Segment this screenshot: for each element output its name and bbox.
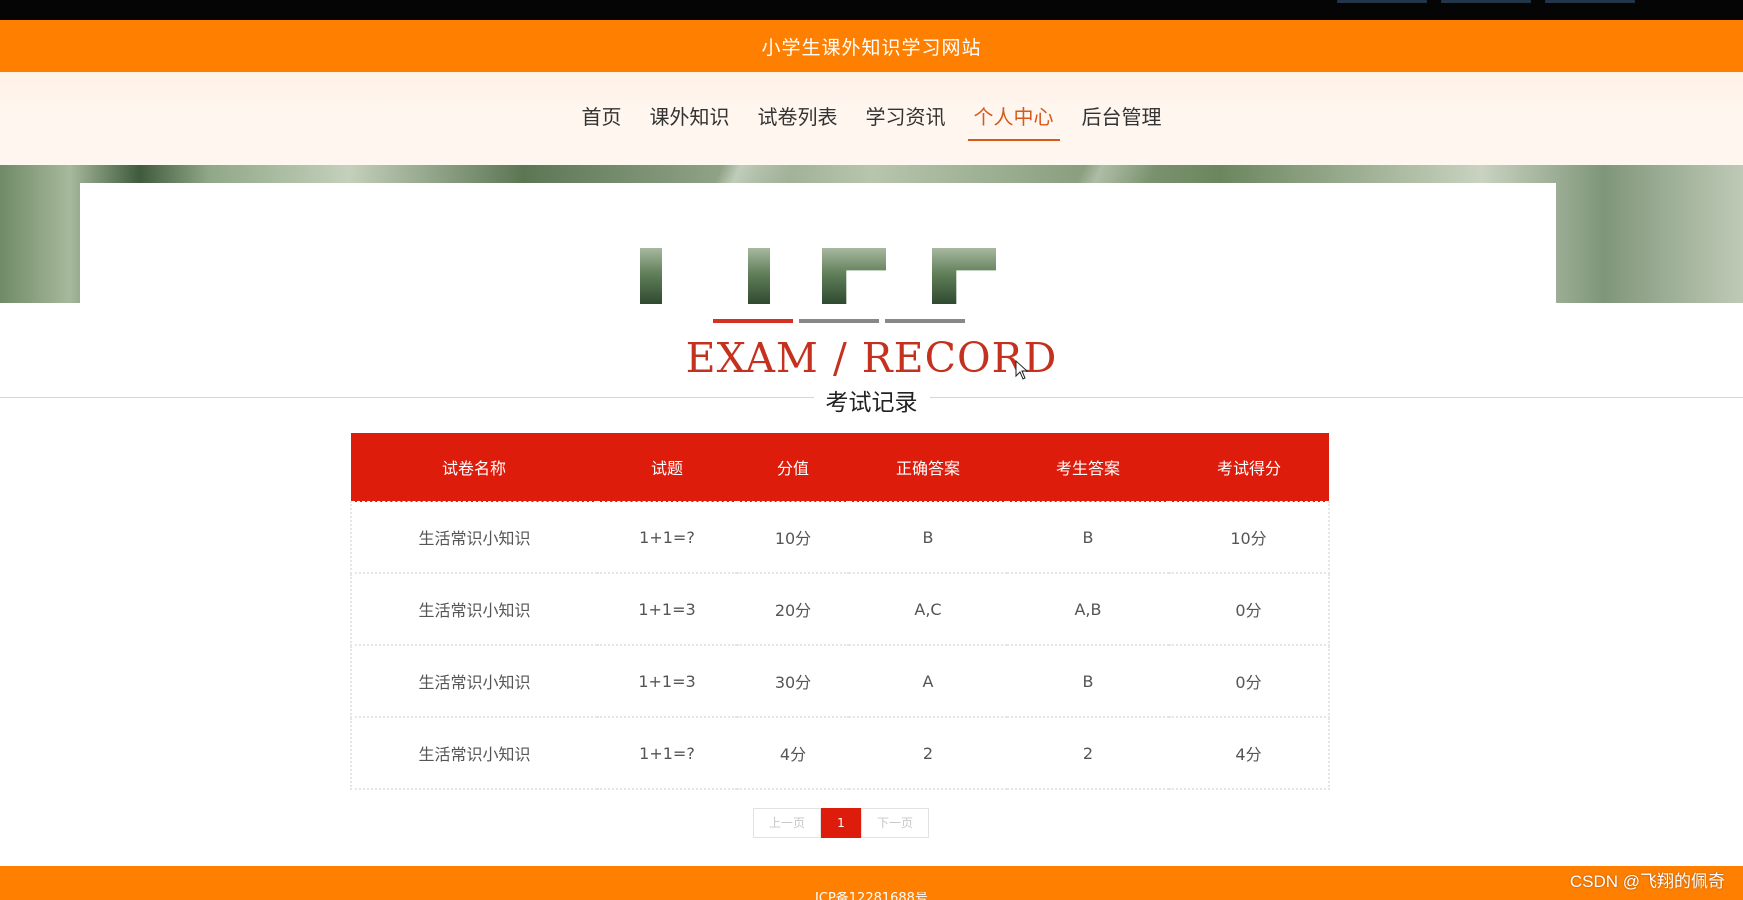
mouse-cursor-icon bbox=[1015, 360, 1029, 380]
cell-correct-answer: 2 bbox=[849, 717, 1007, 790]
carousel-slides bbox=[640, 248, 1000, 306]
cell-paper-name: 生活常识小知识 bbox=[350, 645, 597, 718]
section-title-cn: 考试记录 bbox=[813, 390, 930, 416]
carousel-slide bbox=[640, 248, 662, 304]
cell-correct-answer: A,C bbox=[849, 573, 1007, 646]
prev-page-button[interactable]: 上一页 bbox=[753, 808, 821, 838]
cell-question: 1+1=? bbox=[597, 717, 737, 790]
cell-student-answer: A,B bbox=[1007, 573, 1169, 646]
cell-paper-name: 生活常识小知识 bbox=[350, 573, 597, 646]
carousel-dot[interactable] bbox=[885, 319, 965, 323]
col-header-question: 试题 bbox=[597, 433, 737, 502]
section-title-cn-wrap: 考试记录 bbox=[0, 383, 1743, 417]
carousel-slide bbox=[932, 248, 996, 304]
col-header-paper-name: 试卷名称 bbox=[351, 433, 597, 502]
cell-student-answer: 2 bbox=[1007, 717, 1169, 790]
nav-item-home[interactable]: 首页 bbox=[568, 95, 636, 139]
carousel-dot-active[interactable] bbox=[713, 319, 793, 323]
cell-correct-answer: A bbox=[849, 645, 1007, 718]
cell-correct-answer: B bbox=[849, 501, 1007, 574]
next-page-button[interactable]: 下一页 bbox=[861, 808, 929, 838]
pagination: 上一页 1 下一页 bbox=[753, 808, 929, 838]
section-title-en: EXAM / RECORD bbox=[685, 334, 1058, 382]
cell-score-value: 20分 bbox=[737, 573, 849, 646]
cell-exam-score: 0分 bbox=[1169, 573, 1330, 646]
table-row: 生活常识小知识 1+1=? 10分 B B 10分 bbox=[350, 501, 1330, 574]
cell-paper-name: 生活常识小知识 bbox=[350, 717, 597, 790]
site-header: 小学生课外知识学习网站 bbox=[0, 20, 1743, 72]
nav-item-news[interactable]: 学习资讯 bbox=[852, 95, 960, 139]
exam-record-table: 试卷名称 试题 分值 正确答案 考生答案 考试得分 生活常识小知识 1+1=? … bbox=[350, 433, 1330, 790]
carousel-slide bbox=[748, 248, 770, 304]
table-header-row: 试卷名称 试题 分值 正确答案 考生答案 考试得分 bbox=[351, 433, 1329, 502]
carousel-slide bbox=[822, 248, 886, 304]
cell-question: 1+1=3 bbox=[597, 645, 737, 718]
main-nav: 首页 课外知识 试卷列表 学习资讯 个人中心 后台管理 bbox=[0, 72, 1743, 165]
site-footer: ICP备12281688号 bbox=[0, 866, 1743, 900]
watermark-text: CSDN @飞翔的佩奇 bbox=[1569, 872, 1725, 891]
cell-score-value: 4分 bbox=[737, 717, 849, 790]
cell-exam-score: 0分 bbox=[1169, 645, 1330, 718]
cell-student-answer: B bbox=[1007, 501, 1169, 574]
browser-top-bar bbox=[0, 0, 1743, 20]
table-row: 生活常识小知识 1+1=? 4分 2 2 4分 bbox=[350, 717, 1330, 790]
browser-tab-strip bbox=[1323, 0, 1743, 6]
site-title: 小学生课外知识学习网站 bbox=[761, 36, 982, 59]
cell-question: 1+1=? bbox=[597, 501, 737, 574]
icp-record-link[interactable]: ICP备12281688号 bbox=[0, 892, 1743, 900]
nav-menu: 首页 课外知识 试卷列表 学习资讯 个人中心 后台管理 bbox=[0, 72, 1743, 165]
cell-paper-name: 生活常识小知识 bbox=[350, 501, 597, 574]
cell-exam-score: 4分 bbox=[1169, 717, 1330, 790]
nav-item-extracurricular[interactable]: 课外知识 bbox=[636, 95, 744, 139]
nav-item-exam-list[interactable]: 试卷列表 bbox=[744, 95, 852, 139]
col-header-exam-score: 考试得分 bbox=[1169, 433, 1329, 502]
col-header-score-value: 分值 bbox=[737, 433, 849, 502]
carousel-dot[interactable] bbox=[799, 319, 879, 323]
cell-score-value: 10分 bbox=[737, 501, 849, 574]
nav-item-personal-center[interactable]: 个人中心 bbox=[960, 95, 1068, 141]
cell-score-value: 30分 bbox=[737, 645, 849, 718]
cell-student-answer: B bbox=[1007, 645, 1169, 718]
nav-item-admin[interactable]: 后台管理 bbox=[1068, 95, 1176, 139]
page-number-button[interactable]: 1 bbox=[821, 808, 861, 838]
cell-question: 1+1=3 bbox=[597, 573, 737, 646]
cell-exam-score: 10分 bbox=[1169, 501, 1330, 574]
col-header-student-answer: 考生答案 bbox=[1007, 433, 1169, 502]
table-row: 生活常识小知识 1+1=3 30分 A B 0分 bbox=[350, 645, 1330, 718]
table-row: 生活常识小知识 1+1=3 20分 A,C A,B 0分 bbox=[350, 573, 1330, 646]
col-header-correct-answer: 正确答案 bbox=[849, 433, 1007, 502]
